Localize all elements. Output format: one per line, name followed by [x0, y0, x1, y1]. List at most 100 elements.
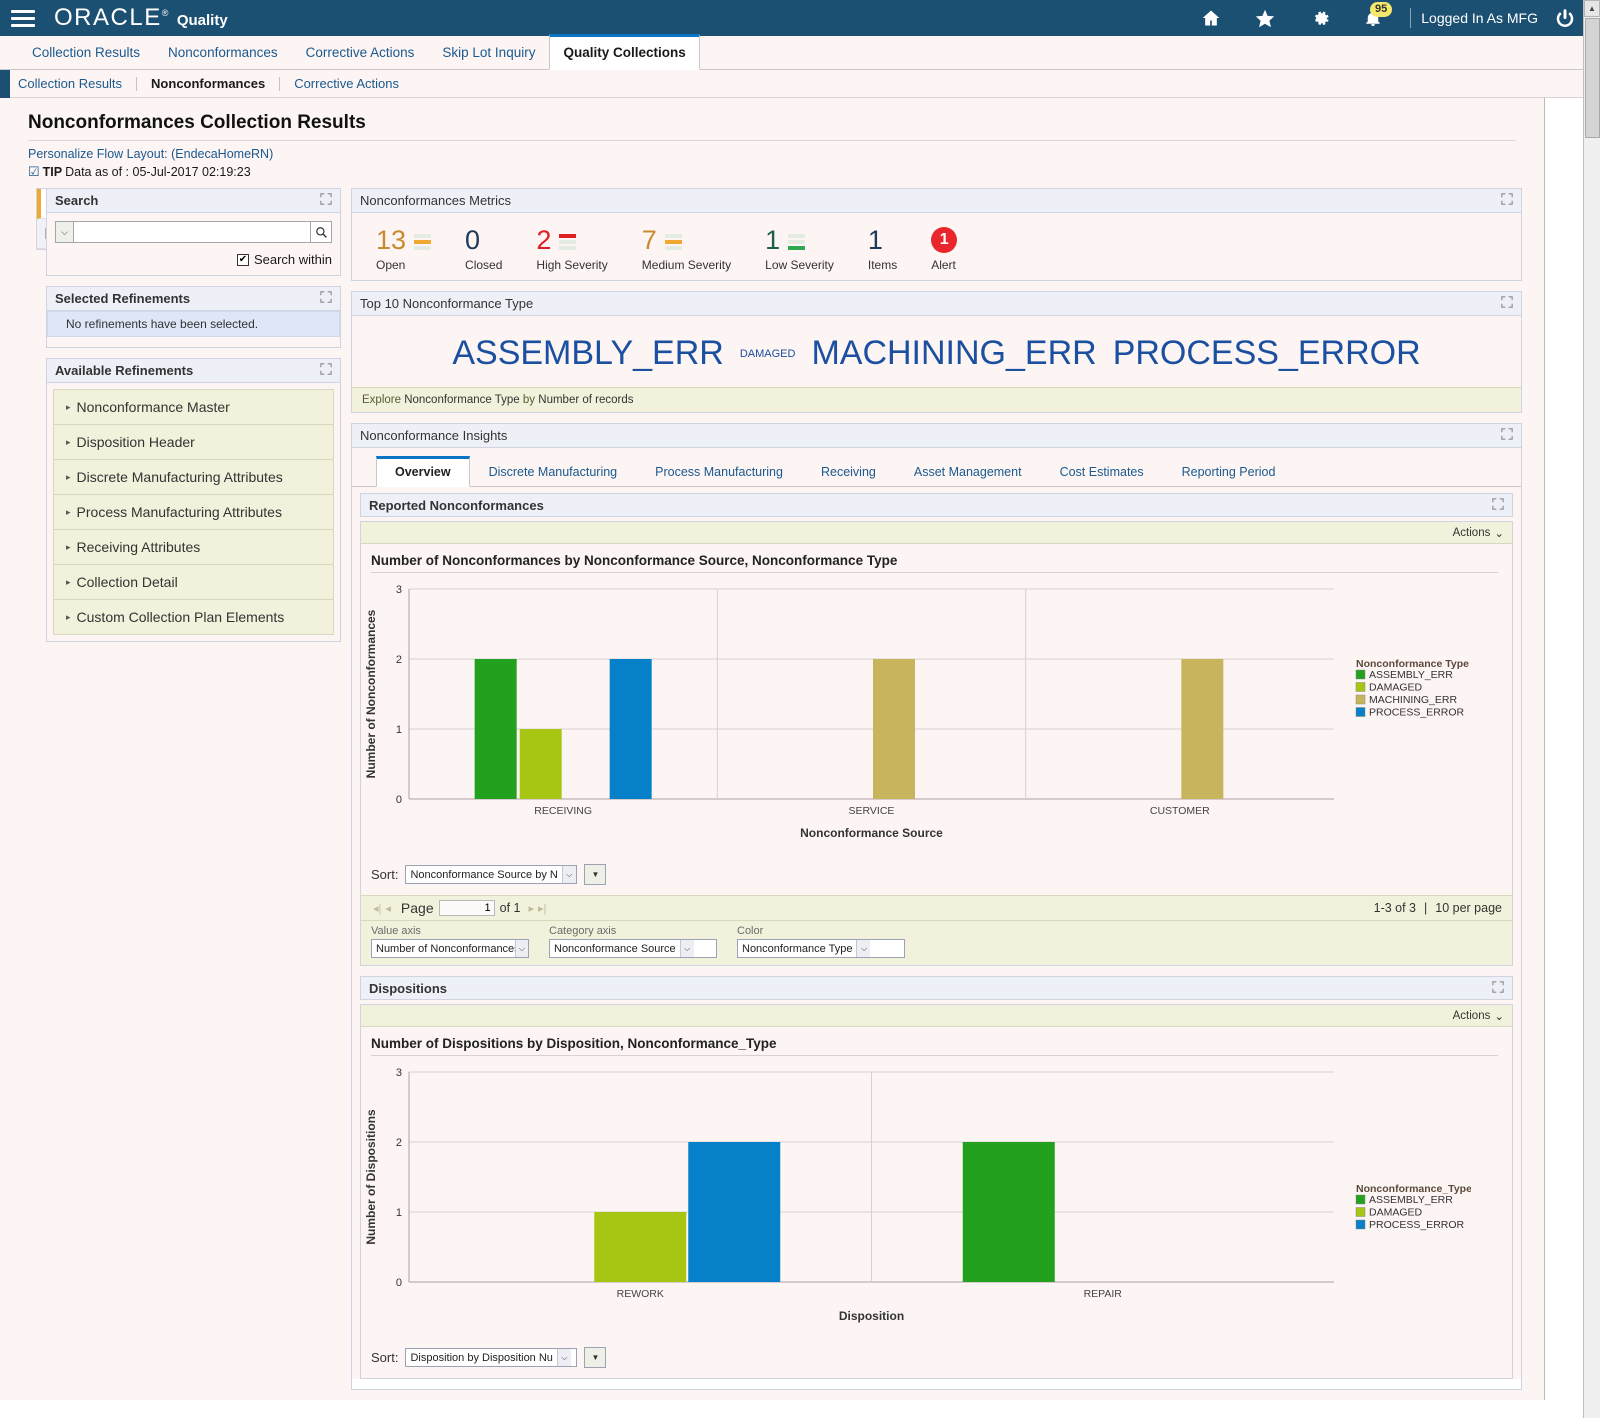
reported-axis-controls: Value axis Number of Nonconformances ⌵ C…	[361, 921, 1512, 965]
pagination-divider: |	[1424, 901, 1428, 915]
sort-direction-button[interactable]: ▼	[584, 1347, 607, 1368]
refinement-item-receiving-attributes[interactable]: ▸ Receiving Attributes	[54, 530, 333, 565]
tag-assembly_err[interactable]: ASSEMBLY_ERR	[452, 334, 723, 372]
maximize-icon[interactable]	[1501, 428, 1513, 443]
tag-damaged[interactable]: DAMAGED	[740, 348, 796, 360]
explore-dimension[interactable]: Nonconformance Type	[404, 394, 520, 406]
selected-refinements-panel: Selected Refinements No refinements have…	[46, 286, 341, 348]
refinement-item-collection-detail[interactable]: ▸ Collection Detail	[54, 565, 333, 600]
tag-cloud: ASSEMBLY_ERR DAMAGED MACHINING_ERR PROCESS_…	[352, 316, 1521, 387]
metric-high-severity[interactable]: 2 High Severity	[536, 223, 607, 272]
sort-direction-button[interactable]: ▼	[584, 864, 607, 885]
subtab-corrective-actions[interactable]: Corrective Actions	[280, 76, 413, 91]
explore-metric[interactable]: Number of records	[538, 394, 633, 406]
insights-tab-receiving[interactable]: Receiving	[802, 458, 895, 486]
last-page-icon[interactable]: ▸|	[538, 902, 546, 915]
tab-nonconformances[interactable]: Nonconformances	[154, 36, 292, 69]
home-icon[interactable]	[1184, 0, 1238, 36]
insights-tab-overview[interactable]: Overview	[376, 456, 470, 487]
sort-value: Nonconformance Source by N	[410, 868, 558, 881]
subtab-nonconformances[interactable]: Nonconformances	[137, 76, 281, 91]
page-scrollbar[interactable]: ▲	[1583, 0, 1600, 1418]
caret-right-icon: ▸	[66, 436, 71, 447]
maximize-icon[interactable]	[320, 193, 332, 208]
metric-medium-severity[interactable]: 7 Medium Severity	[642, 223, 731, 272]
left-rail-column	[0, 188, 63, 1400]
nonconformance-insights-panel: Nonconformance Insights Overview Discret…	[351, 423, 1522, 1390]
metric-alert[interactable]: 1 Alert	[931, 223, 958, 272]
svg-text:REPAIR: REPAIR	[1084, 1288, 1123, 1300]
metric-open[interactable]: 13 Open	[376, 223, 432, 272]
value-axis-select[interactable]: Number of Nonconformances ⌵	[371, 939, 529, 958]
color-select[interactable]: Nonconformance Type ⌵	[737, 939, 905, 958]
reported-sort-select[interactable]: Nonconformance Source by N ⌵	[405, 865, 578, 884]
color-control: Color Nonconformance Type ⌵	[737, 925, 905, 958]
metric-items[interactable]: 1 Items	[868, 223, 897, 272]
metric-trend-icon	[414, 234, 432, 250]
maximize-icon[interactable]	[1501, 296, 1513, 311]
reported-chart[interactable]: 0 1 2 3 RECEIVING SERVICE CUSTOMER Number of No…	[361, 573, 1512, 856]
refinement-item-nonconformance-master[interactable]: ▸ Nonconformance Master	[54, 390, 333, 425]
maximize-icon[interactable]	[320, 291, 332, 306]
actions-menu-reported[interactable]: Actions ⌄	[1453, 526, 1504, 540]
maximize-icon[interactable]	[1492, 980, 1504, 996]
page-input[interactable]	[438, 900, 495, 916]
explore-by: by	[522, 394, 536, 406]
page-of-label: of 1	[499, 901, 521, 915]
triangle-down-icon: ▼	[591, 870, 600, 879]
gear-icon[interactable]	[1292, 0, 1346, 36]
data-as-of-line: ☑ TIP Data as of : 05-Jul-2017 02:19:23	[28, 164, 1544, 180]
maximize-icon[interactable]	[1501, 193, 1513, 208]
insights-tab-reporting-period[interactable]: Reporting Period	[1163, 458, 1295, 486]
chevron-double-down-icon: ⌵	[679, 940, 694, 957]
scrollbar-thumb[interactable]	[1585, 18, 1600, 138]
scroll-up-icon[interactable]: ▲	[1584, 0, 1600, 17]
tab-skip-lot-inquiry[interactable]: Skip Lot Inquiry	[428, 36, 549, 69]
per-page-label[interactable]: 10 per page	[1435, 901, 1502, 915]
refinement-item-process-manufacturing-attributes[interactable]: ▸ Process Manufacturing Attributes	[54, 495, 333, 530]
refinement-item-discrete-manufacturing-attributes[interactable]: ▸ Discrete Manufacturing Attributes	[54, 460, 333, 495]
prev-page-icon[interactable]: ◂	[385, 902, 391, 915]
bell-icon[interactable]: 95	[1346, 0, 1400, 36]
svg-text:ASSEMBLY_ERR: ASSEMBLY_ERR	[1369, 669, 1453, 681]
svg-text:2: 2	[396, 1137, 402, 1149]
search-input[interactable]	[73, 221, 310, 243]
hamburger-icon[interactable]	[0, 9, 46, 27]
insights-tab-asset-management[interactable]: Asset Management	[895, 458, 1041, 486]
tag-machining_err[interactable]: MACHINING_ERR	[811, 334, 1096, 372]
insights-tab-discrete-manufacturing[interactable]: Discrete Manufacturing	[470, 458, 637, 486]
insights-tab-cost-estimates[interactable]: Cost Estimates	[1041, 458, 1163, 486]
search-within-checkbox[interactable]: ✔	[236, 253, 249, 266]
svg-text:1: 1	[396, 724, 402, 736]
refinement-item-custom-collection-plan-elements[interactable]: ▸ Custom Collection Plan Elements	[54, 600, 333, 634]
metric-closed[interactable]: 0 Closed	[465, 223, 502, 272]
reported-chart-card: Actions ⌄ Number of Nonconformances by N…	[360, 521, 1513, 966]
search-icon[interactable]	[310, 221, 332, 243]
first-page-icon[interactable]: ◂|	[373, 902, 381, 915]
metric-label: Medium Severity	[641, 258, 732, 272]
page-title: Nonconformances Collection Results	[28, 112, 366, 133]
tab-quality-collections[interactable]: Quality Collections	[549, 34, 700, 70]
maximize-icon[interactable]	[320, 363, 332, 378]
actions-label: Actions	[1452, 526, 1491, 539]
refinement-item-disposition-header[interactable]: ▸ Disposition Header	[54, 425, 333, 460]
tab-collection-results[interactable]: Collection Results	[18, 36, 154, 69]
tag-process_error[interactable]: PROCESS_ERROR	[1113, 334, 1421, 372]
refinement-label: Nonconformance Master	[76, 399, 230, 415]
next-page-icon[interactable]: ▸	[528, 902, 534, 915]
sort-label: Sort:	[371, 1350, 399, 1365]
actions-menu-dispositions[interactable]: Actions ⌄	[1453, 1009, 1504, 1023]
dispositions-sort-select[interactable]: Disposition by Disposition Nu ⌵	[405, 1348, 578, 1367]
metric-low-severity[interactable]: 1 Low Severity	[765, 223, 834, 272]
tab-corrective-actions[interactable]: Corrective Actions	[292, 36, 429, 69]
subtab-collection-results[interactable]: Collection Results	[18, 76, 138, 91]
insights-tab-process-manufacturing[interactable]: Process Manufacturing	[636, 458, 802, 486]
caret-right-icon: ▸	[66, 611, 71, 622]
maximize-icon[interactable]	[1492, 497, 1504, 513]
tip-check-icon: ☑	[28, 164, 40, 179]
chevron-double-down-icon[interactable]: ⌵	[55, 221, 73, 243]
star-icon[interactable]	[1238, 0, 1292, 36]
category-axis-select[interactable]: Nonconformance Source ⌵	[549, 939, 717, 958]
dispositions-chart[interactable]: 0 1 2 3 REWORK REPAIR Number of Dispositions Di…	[361, 1056, 1512, 1339]
personalize-flow-layout-link[interactable]: Personalize Flow Layout: (EndecaHomeRN)	[28, 147, 1544, 161]
